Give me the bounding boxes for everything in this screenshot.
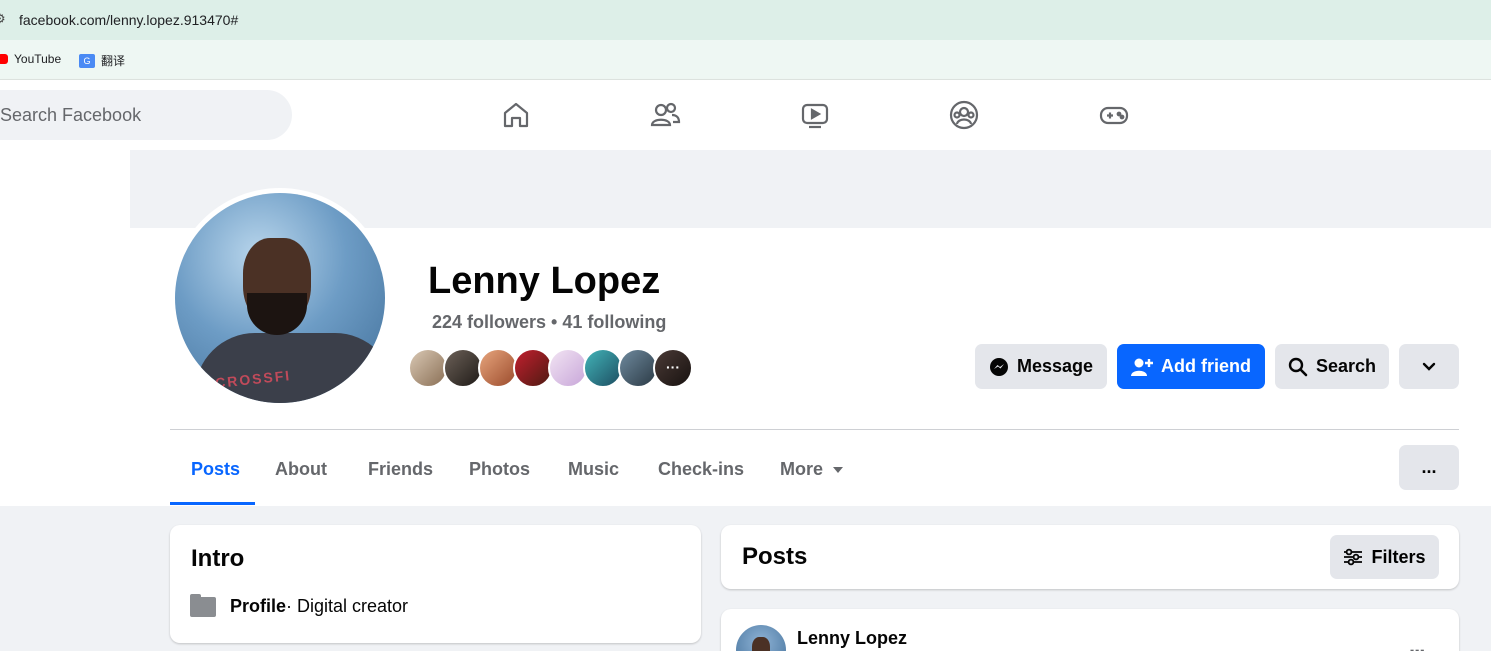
tab-more[interactable]: More xyxy=(780,459,844,480)
intro-profile-label: Profile xyxy=(230,596,287,616)
friend-avatar[interactable] xyxy=(583,348,623,388)
intro-title: Intro xyxy=(191,545,245,572)
youtube-icon xyxy=(0,54,8,64)
message-button[interactable]: Message xyxy=(975,344,1107,389)
post-options-button[interactable]: ... xyxy=(1409,633,1425,651)
intro-profile-row: Profile · Digital creator xyxy=(190,593,409,617)
posts-title: Posts xyxy=(742,543,808,570)
friend-avatar-more[interactable]: ··· xyxy=(653,348,693,388)
tab-photos[interactable]: Photos xyxy=(469,459,530,480)
top-navigation xyxy=(0,80,1491,150)
friend-avatar[interactable] xyxy=(478,348,518,388)
bookmark-youtube[interactable]: YouTube xyxy=(0,52,61,66)
profile-avatar[interactable]: CROSSFI xyxy=(175,193,385,403)
gaming-icon[interactable] xyxy=(1094,96,1134,134)
home-icon[interactable] xyxy=(496,96,536,134)
post-author-avatar[interactable] xyxy=(736,625,786,651)
filters-icon xyxy=(1344,548,1363,566)
profile-name: Lenny Lopez xyxy=(428,260,661,302)
search-input[interactable] xyxy=(0,90,292,140)
add-friend-label: Add friend xyxy=(1161,356,1251,376)
add-person-icon xyxy=(1131,358,1153,376)
filters-button[interactable]: Filters xyxy=(1330,535,1439,579)
profile-search-button[interactable]: Search xyxy=(1275,344,1389,389)
posts-header-card: Posts Filters xyxy=(721,525,1459,589)
tab-music[interactable]: Music xyxy=(568,459,619,480)
address-bar[interactable]: ⚙ facebook.com/lenny.lopez.913470# xyxy=(0,0,1491,40)
tab-posts[interactable]: Posts xyxy=(191,459,240,480)
folder-icon xyxy=(190,593,216,617)
bookmark-label: YouTube xyxy=(14,52,62,66)
translate-icon: G xyxy=(79,53,95,68)
bookmarks-bar: YouTube G 翻译 xyxy=(0,40,1491,80)
friend-avatar[interactable] xyxy=(513,348,553,388)
intro-profile-value: · Digital creator xyxy=(286,596,409,616)
filters-label: Filters xyxy=(1371,546,1426,567)
tabs-more-options-button[interactable]: ... xyxy=(1399,445,1459,490)
tab-friends[interactable]: Friends xyxy=(368,459,433,480)
friend-avatar[interactable] xyxy=(548,348,588,388)
tab-about[interactable]: About xyxy=(275,459,327,480)
caret-down-icon xyxy=(833,466,844,473)
watch-icon[interactable] xyxy=(795,96,835,134)
add-friend-button[interactable]: Add friend xyxy=(1117,344,1265,389)
friend-avatar[interactable] xyxy=(618,348,658,388)
groups-icon[interactable] xyxy=(944,96,984,134)
profile-dropdown-button[interactable] xyxy=(1399,344,1459,389)
left-panel xyxy=(0,150,130,506)
friend-avatar[interactable] xyxy=(443,348,483,388)
bookmark-translate[interactable]: G 翻译 xyxy=(79,52,125,69)
tab-more-label: More xyxy=(780,459,824,479)
friend-avatar[interactable] xyxy=(408,348,448,388)
search-label: Search xyxy=(1315,356,1377,376)
avatar-beard xyxy=(247,293,307,335)
post-card: Lenny Lopez ... xyxy=(721,609,1459,651)
message-label: Message xyxy=(1016,356,1094,376)
messenger-icon xyxy=(989,357,1008,376)
bookmark-label: 翻译 xyxy=(101,54,126,68)
profile-stats[interactable]: 224 followers • 41 following xyxy=(432,312,666,333)
site-info-icon[interactable]: ⚙ xyxy=(0,11,8,29)
intro-card: Intro Profile · Digital creator xyxy=(170,525,701,643)
chevron-down-icon xyxy=(1422,362,1436,371)
url-text[interactable]: facebook.com/lenny.lopez.913470# xyxy=(19,12,238,28)
active-tab-indicator xyxy=(170,502,255,505)
tab-check-ins[interactable]: Check-ins xyxy=(658,459,744,480)
post-author-name[interactable]: Lenny Lopez xyxy=(797,628,907,649)
header-divider xyxy=(170,429,1459,430)
friends-icon[interactable] xyxy=(645,96,685,134)
search-icon xyxy=(1288,357,1308,376)
